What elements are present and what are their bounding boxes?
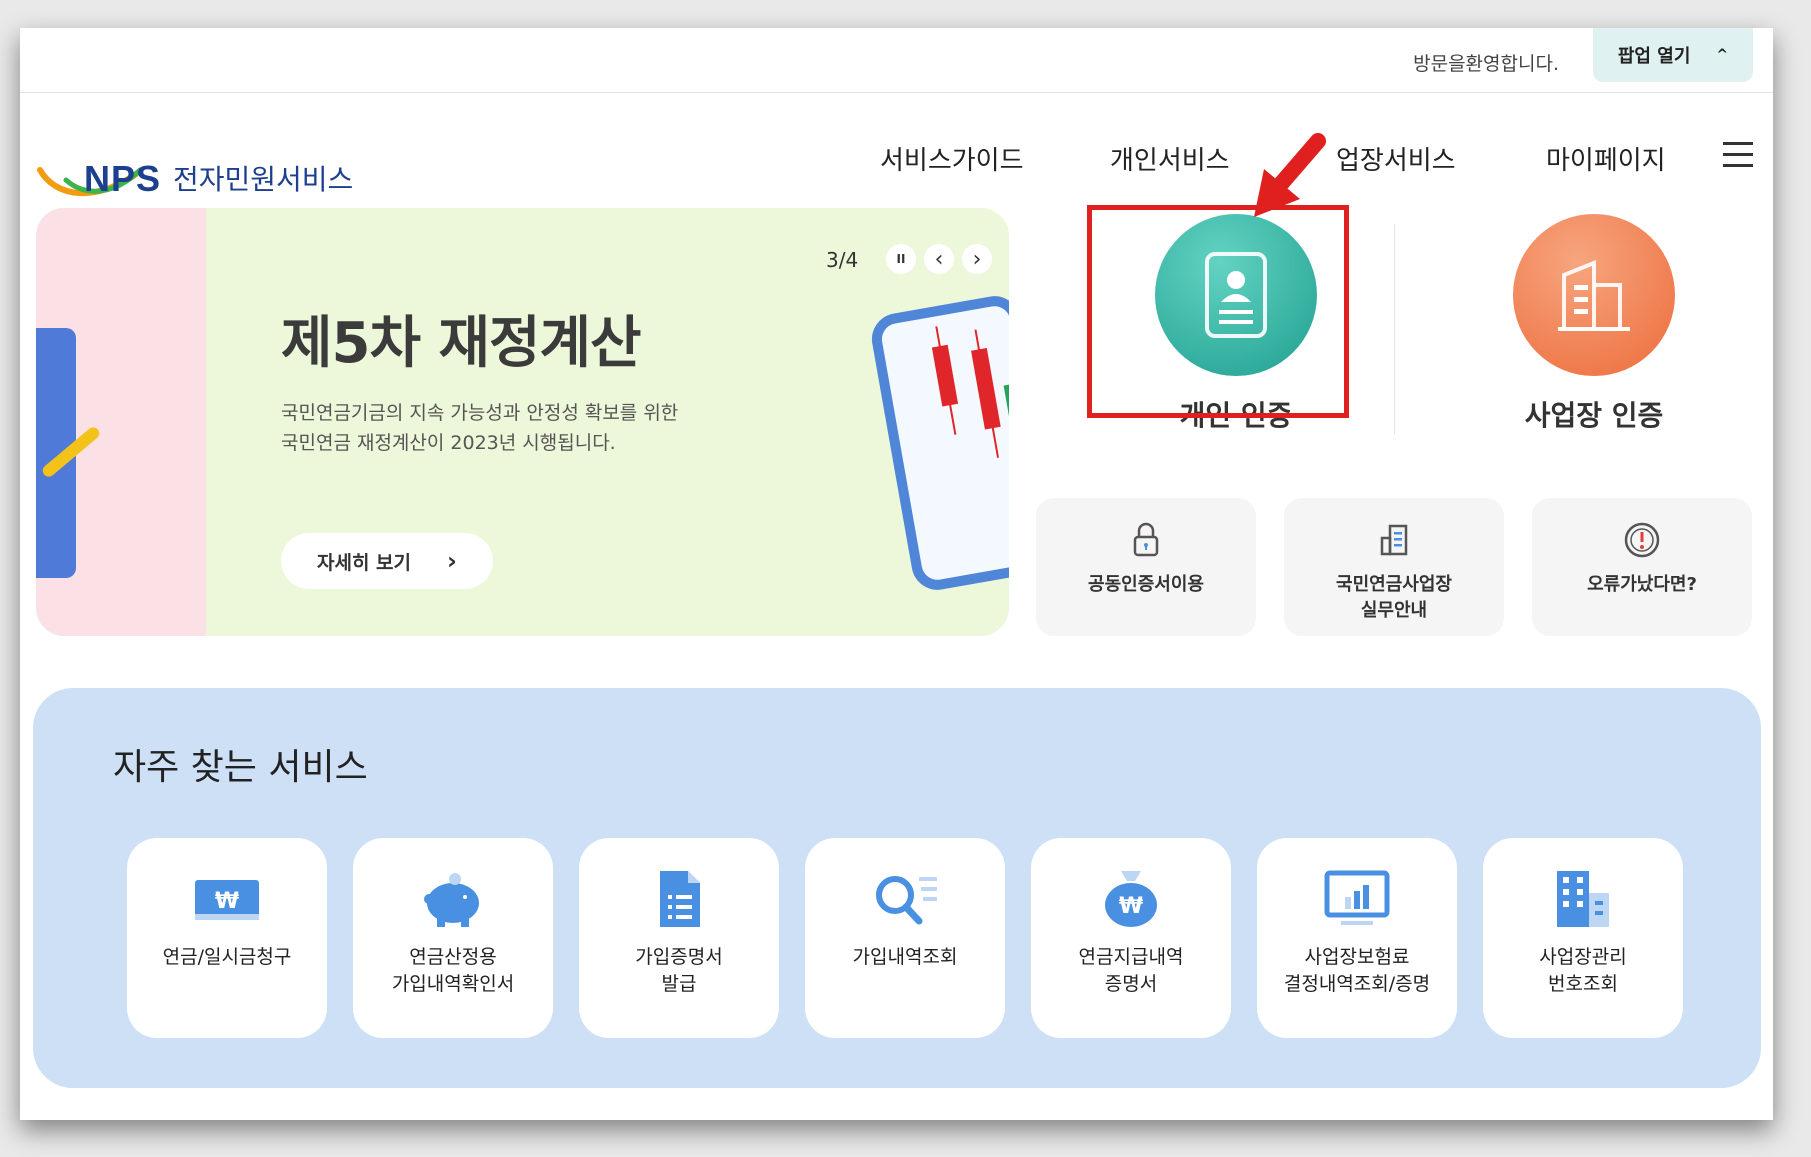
quick-joint-cert-card[interactable]: 공동인증서이용 — [1036, 498, 1256, 636]
phone-chart-illustration — [867, 292, 1009, 594]
logo-service-name: 전자민원서비스 — [173, 163, 354, 196]
service-label-line: 사업장보험료 — [1304, 946, 1410, 968]
service-label: 연금산정용 가입내역확인서 — [353, 944, 553, 998]
banner-title: 제5차 재정계산 — [281, 311, 642, 376]
service-pension-claim[interactable]: ₩ 연금/일시금청구 — [127, 838, 327, 1038]
alert-icon — [1624, 522, 1660, 558]
service-label: 연금지급내역 증명서 — [1031, 944, 1231, 998]
service-label-line: 연금산정용 — [409, 946, 497, 968]
service-label: 사업장관리 번호조회 — [1483, 944, 1683, 998]
nav-business-service[interactable]: 업장서비스 — [1336, 140, 1456, 177]
quick-business-guide-card[interactable]: 국민연금사업장 실무안내 — [1284, 498, 1504, 636]
banner-desc-line: 국민연금기금의 지속 가능성과 안정성 확보를 위한 — [281, 402, 679, 424]
popup-open-label: 팝업 열기 — [1617, 46, 1691, 67]
chevron-right-icon: › — [447, 547, 457, 575]
service-business-number-lookup[interactable]: 사업장관리 번호조회 — [1483, 838, 1683, 1038]
nav-mypage[interactable]: 마이페이지 — [1546, 140, 1666, 177]
red-arrow-icon — [1254, 133, 1326, 217]
monitor-chart-icon — [1317, 864, 1397, 934]
service-label: 연금/일시금청구 — [127, 944, 327, 971]
browser-page: 방문을환영합니다. 팝업 열기 ^ NPS 전자민원서비스 서비스가이드 개인서… — [20, 28, 1773, 1120]
logo-brand: NPS — [84, 158, 162, 199]
search-list-icon — [865, 864, 945, 934]
won-card-icon: ₩ — [187, 864, 267, 934]
frequent-services-title: 자주 찾는 서비스 — [113, 747, 368, 788]
service-label-line: 연금/일시금청구 — [162, 946, 292, 968]
banner-desc-line: 국민연금 재정계산이 2023년 시행됩니다. — [281, 432, 616, 454]
banner-description: 국민연금기금의 지속 가능성과 안정성 확보를 위한 국민연금 재정계산이 20… — [281, 398, 801, 458]
service-label-line: 연금지급내역 — [1078, 946, 1184, 968]
service-label: 가입내역조회 — [805, 944, 1005, 971]
service-label-line: 발급 — [661, 973, 697, 995]
banner-detail-label: 자세히 보기 — [317, 551, 412, 574]
highlight-box — [1087, 205, 1349, 418]
service-label: 사업장보험료 결정내역조회/증명 — [1257, 944, 1457, 998]
office-building-icon — [1543, 864, 1623, 934]
chevron-left-icon[interactable]: ‹ — [924, 244, 954, 274]
frequent-services-section: 자주 찾는 서비스 ₩ 연금/일시금청구 연금산정용 가입내역확인서 가입증명서… — [33, 688, 1761, 1088]
service-label-line: 가입내역확인서 — [391, 973, 515, 995]
building-doc-icon — [1380, 524, 1408, 556]
cert-divider — [1394, 224, 1395, 434]
quick-business-guide-label: 국민연금사업장 실무안내 — [1284, 572, 1504, 624]
service-label-line: 번호조회 — [1548, 973, 1618, 995]
service-membership-certificate[interactable]: 가입증명서 발급 — [579, 838, 779, 1038]
hamburger-menu-icon[interactable] — [1723, 142, 1753, 168]
piggy-bank-icon — [413, 864, 493, 934]
site-logo[interactable]: NPS 전자민원서비스 — [36, 128, 356, 218]
quick-joint-cert-label: 공동인증서이용 — [1088, 574, 1204, 595]
service-label-line: 가입증명서 — [635, 946, 723, 968]
welcome-text: 방문을환영합니다. — [1413, 53, 1559, 75]
service-business-premium[interactable]: 사업장보험료 결정내역조회/증명 — [1257, 838, 1457, 1038]
banner-slide-counter: 3/4 — [826, 248, 859, 272]
quick-label-line: 실무안내 — [1360, 600, 1428, 621]
service-label-line: 결정내역조회/증명 — [1283, 973, 1431, 995]
top-utility-bar: 방문을환영합니다. 팝업 열기 ^ — [20, 28, 1773, 93]
quick-error-help-card[interactable]: 오류가났다면? — [1532, 498, 1752, 636]
lock-icon — [1133, 522, 1159, 557]
nav-personal-service[interactable]: 개인서비스 — [1110, 140, 1230, 177]
business-auth-label: 사업장 인증 — [1524, 399, 1664, 432]
pause-icon[interactable]: II — [886, 244, 916, 274]
service-label-line: 사업장관리 — [1539, 946, 1627, 968]
service-label-line: 증명서 — [1104, 973, 1158, 995]
business-auth-card[interactable]: 사업장 인증 — [1444, 214, 1744, 444]
service-label: 가입증명서 발급 — [579, 944, 779, 998]
document-icon — [639, 864, 719, 934]
main-banner: 3/4 II ‹ › 제5차 재정계산 국민연금기금의 지속 가능성과 안정성 … — [36, 208, 1009, 636]
quick-label-line: 국민연금사업장 — [1336, 574, 1452, 595]
svg-text:₩: ₩ — [215, 889, 239, 914]
chevron-up-icon: ^ — [1716, 47, 1729, 63]
service-pension-payment-cert[interactable]: ₩ 연금지급내역 증명서 — [1031, 838, 1231, 1038]
popup-open-button[interactable]: 팝업 열기 ^ — [1593, 28, 1753, 82]
svg-text:₩: ₩ — [1119, 894, 1143, 919]
quick-error-help-label: 오류가났다면? — [1587, 574, 1697, 595]
money-bag-icon: ₩ — [1091, 864, 1171, 934]
chevron-right-icon[interactable]: › — [962, 244, 992, 274]
service-pension-calc-record[interactable]: 연금산정용 가입내역확인서 — [353, 838, 553, 1038]
business-building-icon — [1513, 214, 1675, 376]
service-label-line: 가입내역조회 — [852, 946, 958, 968]
nav-service-guide[interactable]: 서비스가이드 — [880, 140, 1024, 177]
service-membership-history[interactable]: 가입내역조회 — [805, 838, 1005, 1038]
banner-detail-button[interactable]: 자세히 보기 › — [281, 533, 493, 589]
